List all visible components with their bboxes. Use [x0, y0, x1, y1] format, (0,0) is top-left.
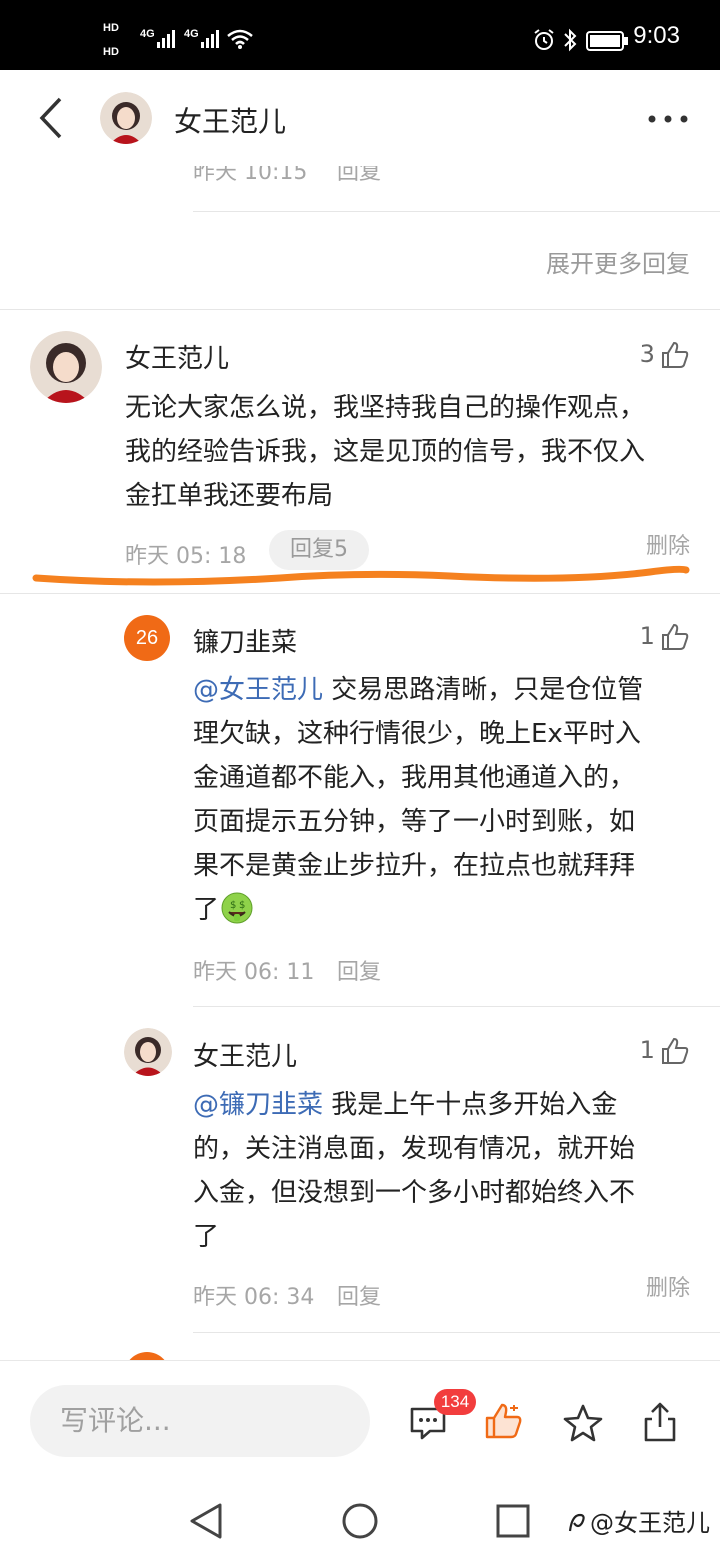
battery-icon: [586, 30, 630, 57]
back-icon[interactable]: [36, 96, 64, 144]
alarm-icon: [532, 28, 556, 57]
reply-author[interactable]: 女王范儿: [193, 1036, 297, 1073]
network1-label: 4G: [140, 28, 155, 40]
star-icon[interactable]: [562, 1403, 604, 1447]
watermark: @女王范儿: [566, 1503, 710, 1541]
svg-text:$: $: [239, 900, 245, 911]
reply-time: 昨天 06: 11: [193, 960, 315, 985]
reply-line: 了: [193, 1222, 220, 1252]
reply-button[interactable]: 回复: [337, 954, 381, 986]
bluetooth-icon: [562, 27, 578, 58]
thumb-up-icon: [660, 623, 690, 652]
watermark-text: @女王范儿: [590, 1509, 710, 1537]
thumb-up-icon: [660, 341, 690, 370]
section-divider: [0, 593, 720, 594]
comment-like-button[interactable]: 3: [640, 340, 690, 370]
money-face-emoji: $ $: [221, 892, 253, 938]
reply-text: @镰刀韭菜 我是上午十点多开始入金 的，关注消息面，发现有情况，就开始 入金，但…: [193, 1083, 703, 1259]
signal2-icon: [200, 28, 222, 55]
reply-like-button[interactable]: 1: [640, 1036, 690, 1066]
nav-recent-icon[interactable]: [496, 1504, 530, 1542]
level-badge[interactable]: 26: [124, 615, 170, 661]
sim2-label: HD: [103, 46, 119, 58]
expand-more-replies[interactable]: 展开更多回复: [546, 244, 690, 279]
sim1-label: HD: [103, 22, 119, 34]
nav-back-icon[interactable]: [188, 1502, 224, 1544]
prev-reply-meta: 昨天 10:15 回复: [0, 166, 720, 182]
share-icon[interactable]: [642, 1401, 678, 1447]
watermark-logo-icon: [566, 1511, 588, 1541]
comment-avatar[interactable]: [30, 331, 102, 403]
reply-avatar[interactable]: [124, 1028, 172, 1076]
comment-like-count: 3: [639, 340, 655, 368]
mention-link[interactable]: @镰刀韭菜: [193, 1090, 323, 1120]
prev-reply-time: 昨天 10:15: [193, 166, 308, 182]
reply-button[interactable]: 回复: [337, 1279, 381, 1311]
delete-button[interactable]: 删除: [646, 528, 690, 560]
reply-line: 入金，但没想到一个多小时都始终入不: [193, 1178, 636, 1208]
mention-link[interactable]: @女王范儿: [193, 675, 323, 705]
reply-line: 理欠缺，这种行情很少，晚上Ex平时入: [193, 719, 641, 749]
comment-line: 无论大家怎么说，我坚持我自己的操作观点，: [125, 393, 646, 423]
reply-text: @女王范儿 交易思路清晰，只是仓位管 理欠缺，这种行情很少，晚上Ex平时入 金通…: [193, 668, 703, 938]
comment-count-badge: 134: [434, 1389, 476, 1415]
comment-input[interactable]: 写评论...: [30, 1385, 370, 1457]
like-icon[interactable]: [484, 1401, 524, 1445]
reply-line-last: 了 $ $: [193, 888, 703, 938]
network2-label: 4G: [184, 28, 199, 40]
comment-author[interactable]: 女王范儿: [125, 338, 229, 375]
reply-time: 昨天 06: 34: [193, 1285, 315, 1310]
reply-like-count: 1: [639, 622, 655, 650]
clock-time: 9:03: [633, 22, 680, 49]
reply-line-text: 我是上午十点多开始入金: [323, 1090, 618, 1120]
user-avatar[interactable]: [100, 92, 152, 144]
top-nav-bar: 女王范儿: [0, 70, 720, 166]
reply-line: 果不是黄金止步拉升，在拉点也就拜拜: [193, 851, 636, 881]
thumb-up-icon: [660, 1037, 690, 1066]
reply-line: 的，关注消息面，发现有情况，就开始: [193, 1134, 636, 1164]
reply-like-button[interactable]: 1: [640, 622, 690, 652]
reply-line: 金通道都不能入，我用其他通道入的，: [193, 763, 636, 793]
divider: [193, 1332, 720, 1333]
delete-button[interactable]: 删除: [646, 1270, 690, 1302]
status-bar: HD HD 4G 4G 9:03: [0, 0, 720, 70]
reply-line: @镰刀韭菜 我是上午十点多开始入金: [193, 1083, 703, 1127]
prev-reply-button[interactable]: 回复: [337, 166, 381, 182]
comment-line: 金扛单我还要布局: [125, 481, 334, 511]
comment-text: 无论大家怎么说，我坚持我自己的操作观点， 我的经验告诉我，这是见顶的信号，我不仅…: [125, 386, 705, 518]
reply-like-count: 1: [639, 1036, 655, 1064]
svg-text:$: $: [230, 900, 236, 911]
comment-line: 我的经验告诉我，这是见顶的信号，我不仅入: [125, 437, 646, 467]
next-reply-avatar: [124, 1352, 170, 1360]
divider: [193, 1006, 720, 1007]
nav-home-icon[interactable]: [341, 1502, 379, 1544]
divider: [193, 211, 720, 212]
reply-line: @女王范儿 交易思路清晰，只是仓位管: [193, 668, 703, 712]
wifi-icon: [226, 28, 254, 55]
signal1-icon: [156, 28, 178, 55]
annotation-underline: [32, 565, 690, 586]
reply-author[interactable]: 镰刀韭菜: [193, 622, 297, 659]
section-divider: [0, 309, 720, 310]
reply-line-text: 交易思路清晰，只是仓位管: [323, 675, 644, 705]
more-icon[interactable]: [646, 110, 690, 129]
reply-line: 页面提示五分钟，等了一小时到账，如: [193, 807, 636, 837]
header-title: 女王范儿: [174, 105, 287, 138]
bottom-action-bar: 写评论... 134: [0, 1360, 720, 1481]
reply-line-text: 了: [193, 895, 220, 925]
